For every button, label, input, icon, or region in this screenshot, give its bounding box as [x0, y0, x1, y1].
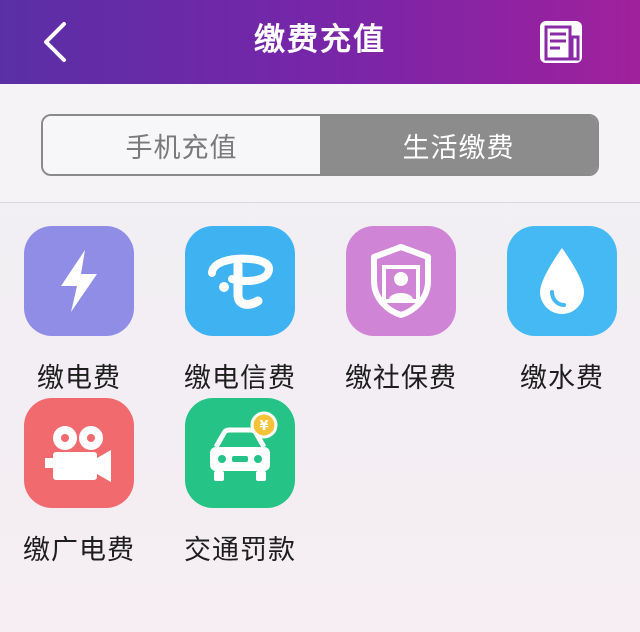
divider: [0, 202, 640, 203]
telecom-icon: [185, 226, 295, 336]
service-social-security[interactable]: 缴社保费: [331, 226, 471, 394]
service-traffic-fine[interactable]: ¥ 交通罚款: [170, 398, 310, 566]
shield-person-icon: [346, 226, 456, 336]
records-button[interactable]: [530, 16, 592, 68]
film-camera-icon: [24, 398, 134, 508]
svg-text:¥: ¥: [259, 419, 268, 434]
water-drop-icon: [507, 226, 617, 336]
service-telecom[interactable]: 缴电信费: [170, 226, 310, 394]
service-electricity[interactable]: 缴电费: [9, 226, 149, 394]
tab-bar-area: 手机充值 生活缴费: [0, 84, 640, 202]
header-bar: 缴费充值: [0, 0, 640, 84]
service-label: 缴广电费: [23, 535, 135, 566]
receipt-icon: [540, 21, 582, 63]
service-label: 交通罚款: [184, 535, 296, 566]
service-label: 缴电信费: [184, 363, 296, 394]
car-yen-icon: ¥: [185, 398, 295, 508]
tab-mobile-recharge[interactable]: 手机充值: [43, 116, 320, 174]
service-water[interactable]: 缴水费: [492, 226, 632, 394]
service-cable-tv[interactable]: 缴广电费: [9, 398, 149, 566]
lightning-icon: [24, 226, 134, 336]
tab-life-payment[interactable]: 生活缴费: [320, 116, 597, 174]
service-label: 缴社保费: [345, 363, 457, 394]
service-label: 缴水费: [520, 363, 604, 394]
service-label: 缴电费: [37, 363, 121, 394]
segmented-control: 手机充值 生活缴费: [41, 114, 599, 176]
